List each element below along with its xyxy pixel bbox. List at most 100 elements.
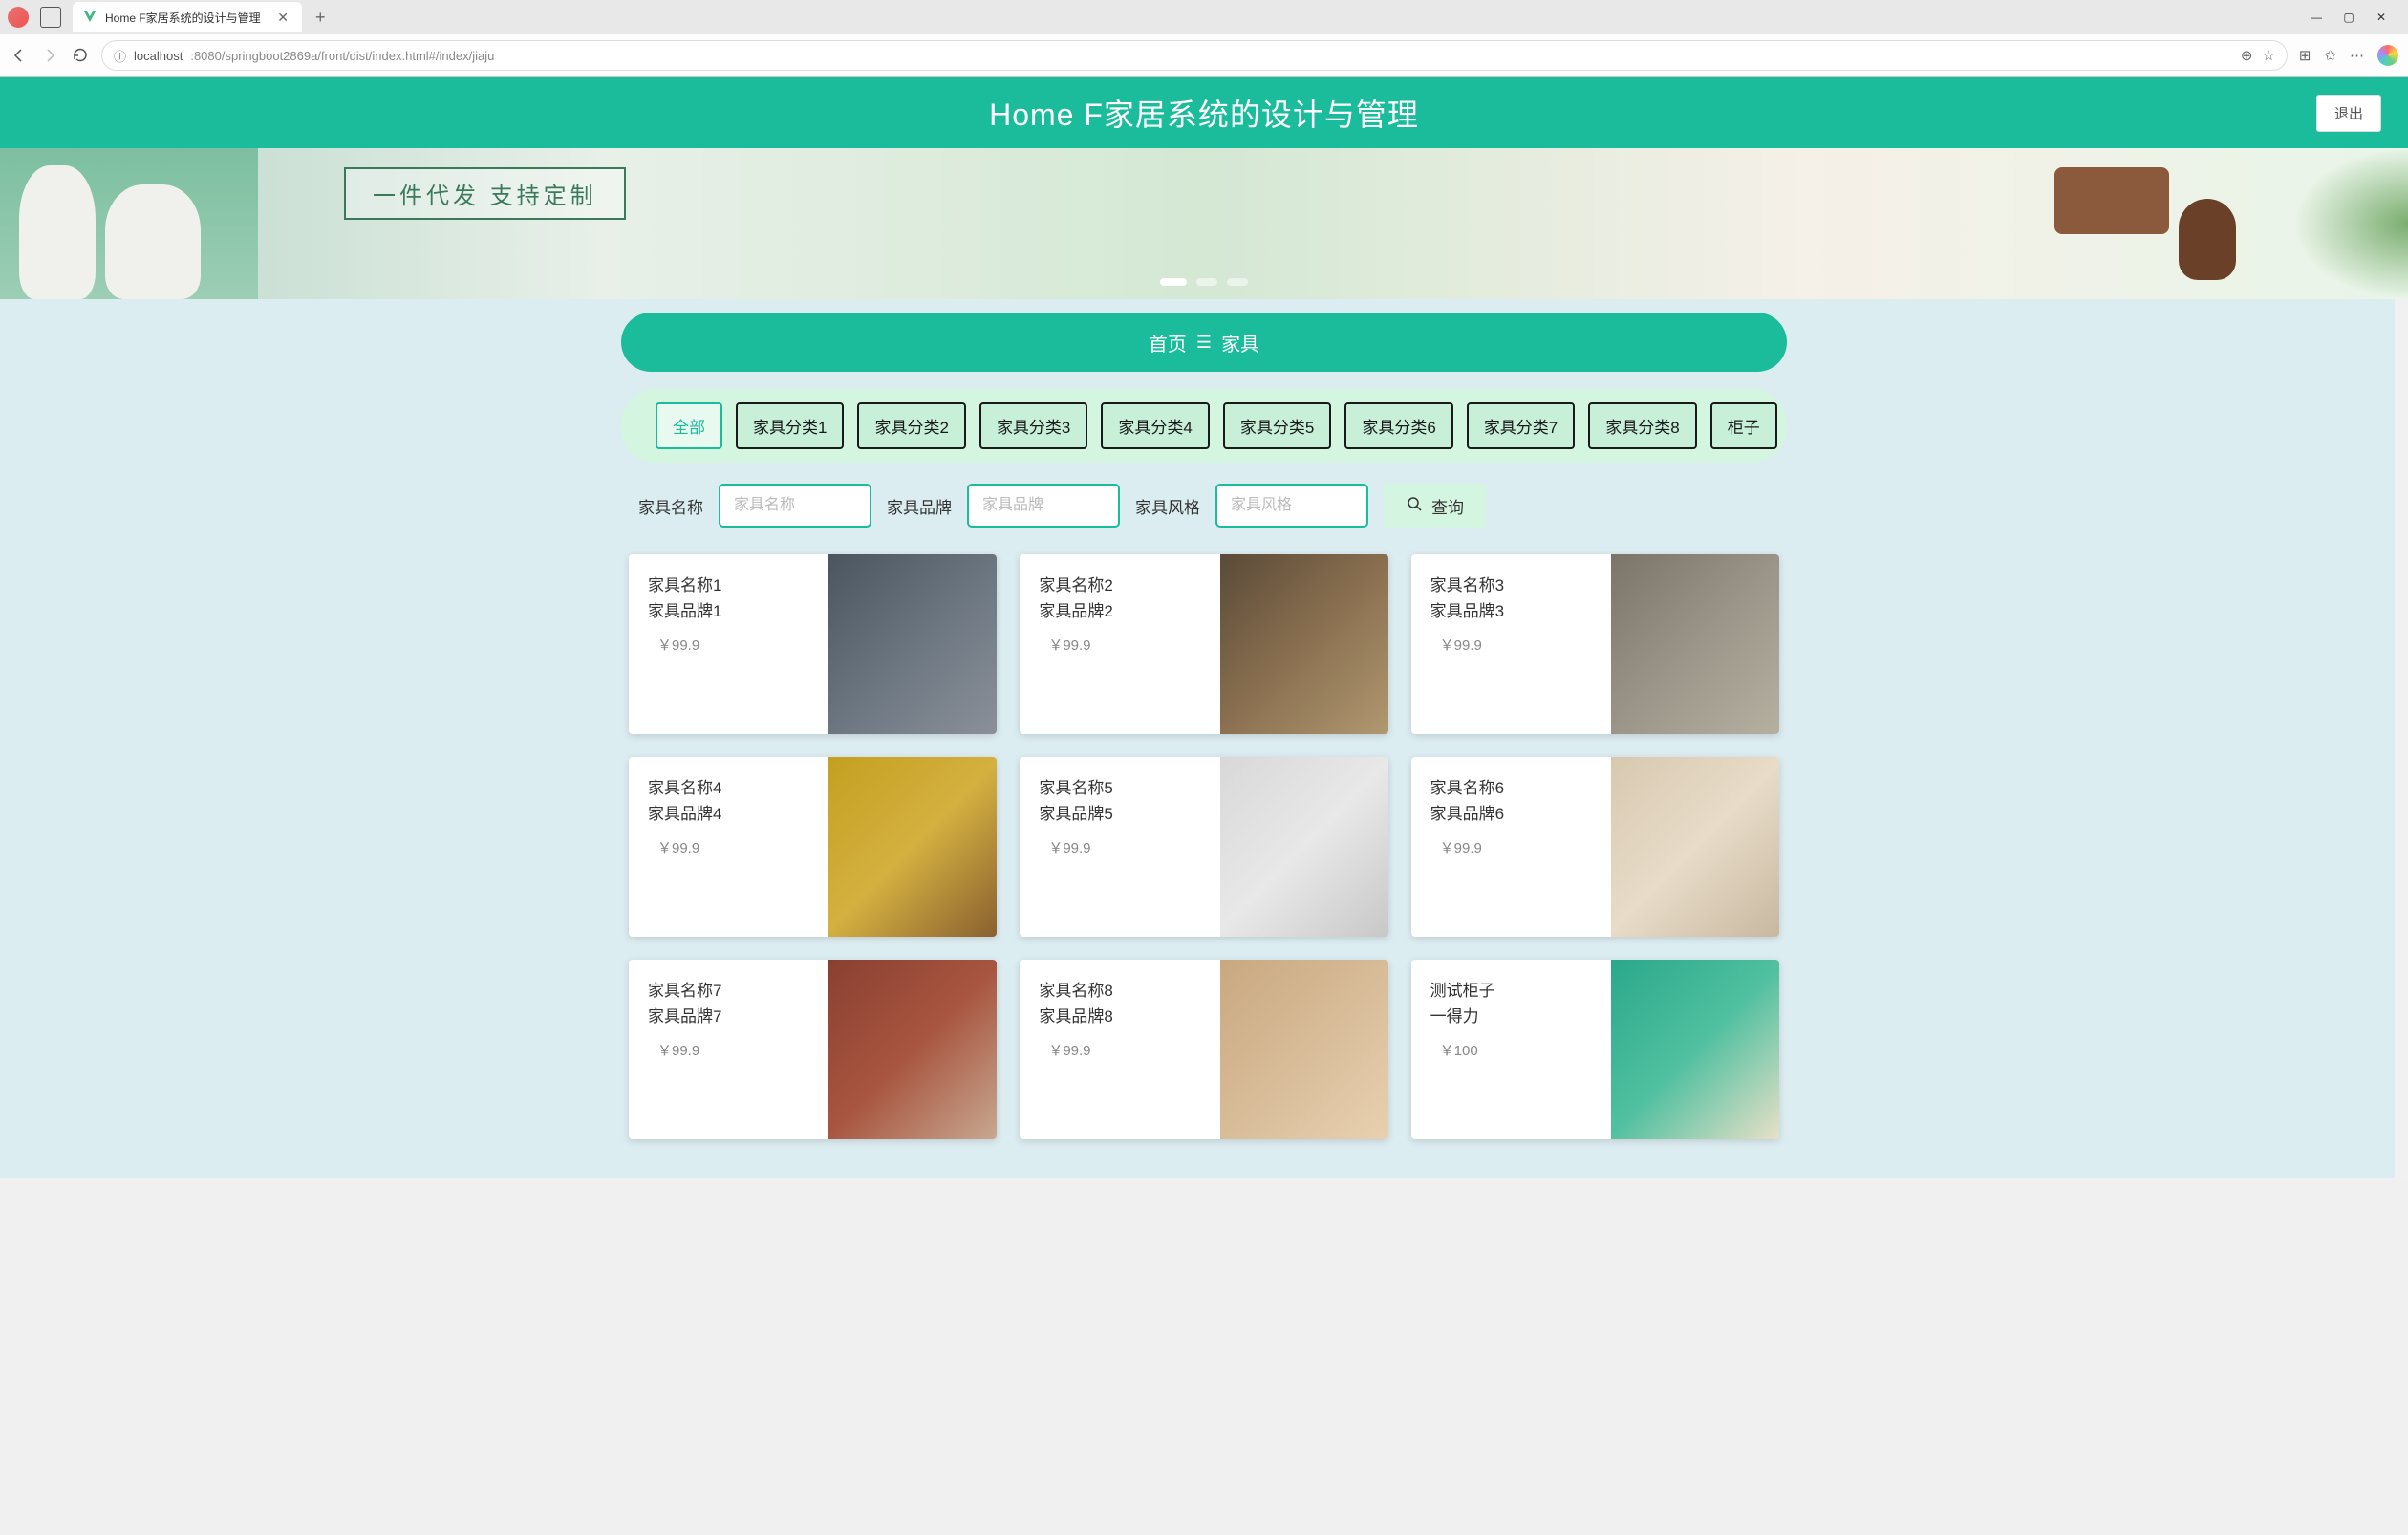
profile-icon[interactable] bbox=[8, 7, 29, 28]
banner-leaves bbox=[2293, 148, 2408, 299]
product-name: 测试柜子 bbox=[1430, 977, 1603, 1001]
reload-icon[interactable] bbox=[71, 46, 90, 65]
product-image bbox=[1220, 757, 1388, 937]
forward-icon bbox=[40, 46, 59, 65]
carousel-dot[interactable] bbox=[1196, 278, 1217, 286]
product-card[interactable]: 家具名称2 家具品牌2 ￥99.9 bbox=[1020, 554, 1387, 734]
category-bar: 全部 家具分类1 家具分类2 家具分类3 家具分类4 家具分类5 家具分类6 家… bbox=[621, 389, 1787, 463]
product-card[interactable]: 家具名称5 家具品牌5 ￥99.9 bbox=[1020, 757, 1387, 937]
browser-chrome: Home F家居系统的设计与管理 ✕ + — ▢ ✕ ⓘ localhost:8… bbox=[0, 0, 2408, 77]
product-image bbox=[1611, 757, 1779, 937]
product-name: 家具名称5 bbox=[1039, 774, 1212, 798]
category-item[interactable]: 家具分类8 bbox=[1588, 402, 1696, 449]
favorites-bar-icon[interactable]: ✩ bbox=[2324, 47, 2336, 64]
banner-decoration-left bbox=[0, 148, 258, 299]
carousel-dot[interactable] bbox=[1160, 278, 1187, 286]
product-brand: 一得力 bbox=[1430, 1003, 1603, 1027]
address-bar[interactable]: ⓘ localhost:8080/springboot2869a/front/d… bbox=[101, 40, 2288, 71]
banner-text: 一件代发 支持定制 bbox=[344, 167, 626, 220]
product-price: ￥99.9 bbox=[1440, 635, 1603, 655]
close-icon[interactable]: ✕ bbox=[273, 10, 292, 26]
category-item[interactable]: 家具分类2 bbox=[857, 402, 965, 449]
maximize-icon[interactable]: ▢ bbox=[2341, 11, 2356, 24]
product-image bbox=[828, 554, 997, 734]
product-price: ￥99.9 bbox=[657, 635, 821, 655]
search-name-input[interactable] bbox=[719, 484, 871, 528]
browser-tab[interactable]: Home F家居系统的设计与管理 ✕ bbox=[73, 2, 302, 32]
product-image bbox=[1611, 960, 1779, 1139]
minimize-icon[interactable]: — bbox=[2309, 11, 2324, 24]
product-brand: 家具品牌4 bbox=[648, 800, 821, 824]
product-name: 家具名称2 bbox=[1039, 572, 1212, 595]
url-bar: ⓘ localhost:8080/springboot2869a/front/d… bbox=[0, 34, 2408, 76]
product-price: ￥99.9 bbox=[1048, 635, 1212, 655]
product-card[interactable]: 家具名称6 家具品牌6 ￥99.9 bbox=[1411, 757, 1779, 937]
category-item[interactable]: 家具分类6 bbox=[1344, 402, 1452, 449]
search-style-label: 家具风格 bbox=[1135, 494, 1200, 518]
product-price: ￥99.9 bbox=[657, 1040, 821, 1060]
product-card[interactable]: 家具名称3 家具品牌3 ￥99.9 bbox=[1411, 554, 1779, 734]
product-brand: 家具品牌7 bbox=[648, 1003, 821, 1027]
category-item[interactable]: 家具分类5 bbox=[1223, 402, 1331, 449]
product-brand: 家具品牌1 bbox=[648, 597, 821, 621]
banner-decoration-right bbox=[1835, 148, 2265, 299]
new-tab-button[interactable]: + bbox=[315, 8, 326, 28]
product-price: ￥99.9 bbox=[1048, 837, 1212, 857]
page-title: Home F家居系统的设计与管理 bbox=[989, 91, 1419, 135]
product-card[interactable]: 测试柜子 一得力 ￥100 bbox=[1411, 960, 1779, 1139]
product-name: 家具名称4 bbox=[648, 774, 821, 798]
workspaces-icon[interactable] bbox=[40, 7, 61, 28]
search-icon bbox=[1407, 496, 1422, 516]
category-item[interactable]: 家具分类4 bbox=[1101, 402, 1209, 449]
product-image bbox=[1220, 554, 1388, 734]
product-brand: 家具品牌5 bbox=[1039, 800, 1212, 824]
favorite-icon[interactable]: ☆ bbox=[2262, 47, 2274, 64]
info-icon[interactable]: ⓘ bbox=[114, 47, 126, 65]
zoom-icon[interactable]: ⊕ bbox=[2241, 47, 2253, 64]
product-brand: 家具品牌2 bbox=[1039, 597, 1212, 621]
tab-bar: Home F家居系统的设计与管理 ✕ + — ▢ ✕ bbox=[0, 0, 2408, 34]
toolbar-actions: ⊞ ✩ ⋯ bbox=[2299, 45, 2398, 66]
product-card[interactable]: 家具名称4 家具品牌4 ￥99.9 bbox=[629, 757, 997, 937]
back-icon[interactable] bbox=[10, 46, 29, 65]
category-item[interactable]: 柜子 bbox=[1710, 402, 1777, 449]
search-name-label: 家具名称 bbox=[638, 494, 703, 518]
product-image bbox=[1611, 554, 1779, 734]
product-image bbox=[828, 960, 997, 1139]
logout-button[interactable]: 退出 bbox=[2316, 95, 2381, 132]
nav-home[interactable]: 首页 bbox=[1149, 329, 1187, 357]
search-brand-input[interactable] bbox=[967, 484, 1120, 528]
product-card[interactable]: 家具名称1 家具品牌1 ￥99.9 bbox=[629, 554, 997, 734]
product-image bbox=[1220, 960, 1388, 1139]
url-path: :8080/springboot2869a/front/dist/index.h… bbox=[190, 49, 494, 63]
search-brand-label: 家具品牌 bbox=[887, 494, 952, 518]
product-image bbox=[828, 757, 997, 937]
category-all[interactable]: 全部 bbox=[656, 402, 722, 449]
category-item[interactable]: 家具分类3 bbox=[979, 402, 1087, 449]
tab-title: Home F家居系统的设计与管理 bbox=[105, 10, 266, 26]
extensions-icon[interactable]: ⊞ bbox=[2299, 47, 2311, 64]
product-name: 家具名称7 bbox=[648, 977, 821, 1001]
search-button[interactable]: 查询 bbox=[1384, 484, 1487, 528]
category-item[interactable]: 家具分类7 bbox=[1467, 402, 1575, 449]
menu-icon[interactable]: ⋯ bbox=[2350, 47, 2364, 64]
category-item[interactable]: 家具分类1 bbox=[736, 402, 844, 449]
product-card[interactable]: 家具名称7 家具品牌7 ￥99.9 bbox=[629, 960, 997, 1139]
product-brand: 家具品牌3 bbox=[1430, 597, 1603, 621]
close-window-icon[interactable]: ✕ bbox=[2374, 11, 2389, 24]
page-header: Home F家居系统的设计与管理 退出 bbox=[0, 77, 2408, 148]
copilot-icon[interactable] bbox=[2377, 45, 2398, 66]
product-price: ￥100 bbox=[1440, 1040, 1603, 1060]
nav-current[interactable]: 家具 bbox=[1221, 329, 1259, 357]
product-name: 家具名称3 bbox=[1430, 572, 1603, 595]
search-style-input[interactable] bbox=[1215, 484, 1368, 528]
hero-banner[interactable]: 一件代发 支持定制 bbox=[0, 148, 2408, 299]
page-body: Home F家居系统的设计与管理 退出 一件代发 支持定制 首页 ☰ 家具 全部… bbox=[0, 77, 2408, 1178]
product-price: ￥99.9 bbox=[1440, 837, 1603, 857]
product-card[interactable]: 家具名称8 家具品牌8 ￥99.9 bbox=[1020, 960, 1387, 1139]
carousel-dots bbox=[1160, 278, 1248, 286]
product-brand: 家具品牌6 bbox=[1430, 800, 1603, 824]
product-brand: 家具品牌8 bbox=[1039, 1003, 1212, 1027]
carousel-dot[interactable] bbox=[1227, 278, 1248, 286]
breadcrumb-nav: 首页 ☰ 家具 bbox=[621, 313, 1787, 372]
